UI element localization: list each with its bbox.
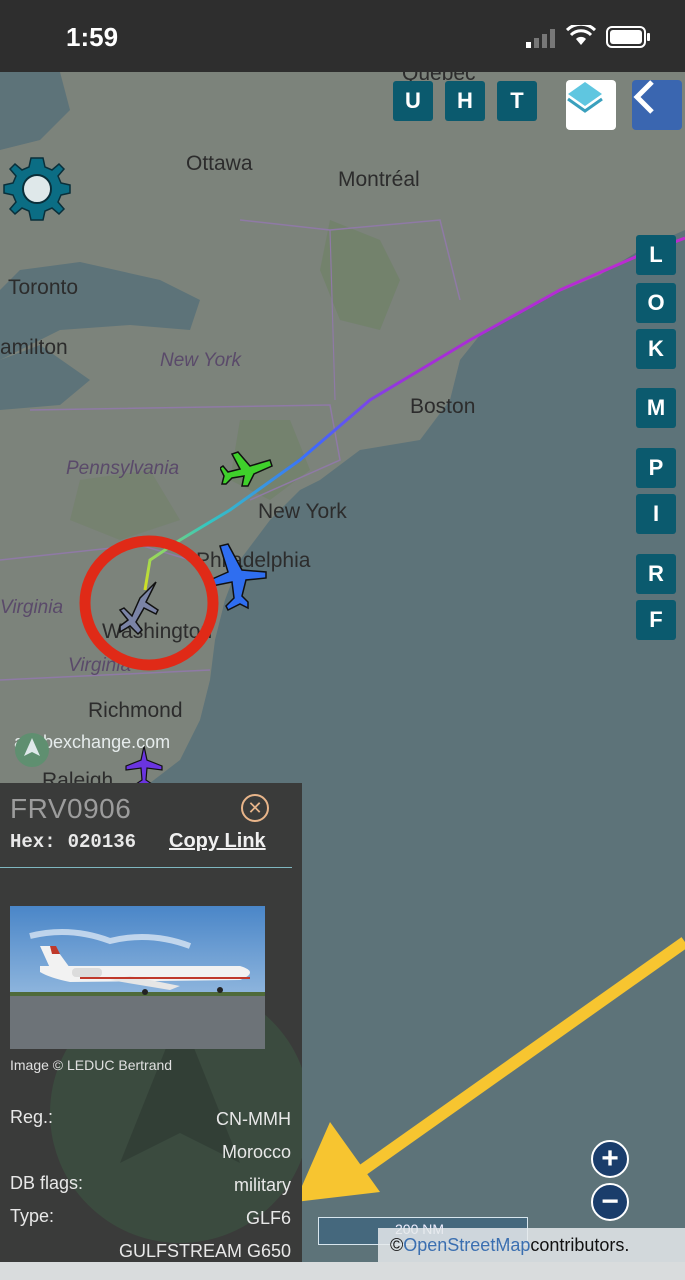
button-k[interactable]: K — [636, 329, 676, 369]
adsbexchange-logo-icon — [15, 733, 49, 767]
country-value: Morocco — [221, 1142, 291, 1162]
hex-label: Hex: — [10, 831, 56, 853]
reg-value: CN-MMH — [216, 1109, 291, 1129]
type-label: Type: — [10, 1206, 55, 1226]
collapse-button[interactable] — [632, 80, 682, 130]
highlight-circle — [79, 535, 219, 671]
city-label-boston: Boston — [410, 395, 476, 418]
button-f[interactable]: F — [636, 600, 676, 640]
city-label-new-york: New York — [258, 500, 347, 523]
callsign: FRV0906 — [10, 793, 132, 824]
button-l[interactable]: L — [636, 235, 676, 275]
layers-icon — [567, 82, 603, 113]
button-i[interactable]: I — [636, 494, 676, 534]
status-time: 1:59 — [66, 22, 119, 52]
db-flags-value: military — [234, 1175, 291, 1195]
button-h[interactable]: H — [445, 81, 485, 121]
city-label-montreal: Montréal — [338, 168, 420, 191]
region-label-pennsylvania: Pennsylvania — [66, 458, 180, 479]
zoom-out-button[interactable]: − — [591, 1183, 629, 1221]
adsbexchange-watermark: adsbexchange.com — [14, 732, 170, 767]
photo-credit: Image © LEDUC Bertrand — [10, 1057, 173, 1073]
wifi-icon — [566, 25, 596, 45]
bottom-bar — [0, 1262, 685, 1280]
status-bar: 1:59 — [0, 0, 685, 72]
type-value: GLF6 — [245, 1208, 291, 1228]
openstreetmap-link[interactable]: OpenStreetMap — [403, 1235, 530, 1256]
aircraft-photo[interactable] — [10, 906, 265, 1049]
type-name: GULFSTREAM G650 — [118, 1241, 291, 1261]
battery-icon — [606, 26, 650, 48]
region-label-new-york: New York — [160, 350, 241, 371]
button-m[interactable]: M — [636, 388, 676, 428]
city-label-hamilton: amilton — [0, 336, 68, 359]
chevron-left-icon — [633, 80, 654, 114]
panel-divider — [0, 867, 292, 868]
city-label-richmond: Richmond — [88, 699, 183, 722]
hex-row: Hex: 020136 — [10, 831, 136, 853]
button-t[interactable]: T — [497, 81, 537, 121]
copy-link[interactable]: Copy Link — [169, 830, 266, 853]
city-label-ottawa: Ottawa — [186, 152, 253, 175]
db-flags-label: DB flags: — [10, 1173, 84, 1193]
signal-icon — [526, 29, 555, 48]
zoom-in-button[interactable]: + — [591, 1140, 629, 1178]
close-icon: ✕ — [247, 797, 263, 818]
reg-label: Reg.: — [10, 1107, 54, 1127]
settings-gear-icon[interactable] — [0, 152, 74, 226]
region-label-virginia: Virginia — [0, 597, 64, 618]
attribution-prefix: © — [390, 1234, 404, 1255]
aircraft-info-panel: FRV0906 ✕ Hex: 020136 Copy Link Image © L… — [0, 783, 302, 1280]
aircraft-marker-green[interactable] — [220, 448, 274, 488]
city-label-toronto: Toronto — [8, 276, 79, 299]
button-r[interactable]: R — [636, 554, 676, 594]
attribution-suffix: contributors. — [530, 1234, 630, 1255]
map-attribution: © OpenStreetMap contributors. — [378, 1228, 685, 1262]
button-p[interactable]: P — [636, 448, 676, 488]
close-panel-button[interactable]: ✕ — [241, 794, 269, 822]
hex-value: 020136 — [67, 831, 137, 853]
button-u[interactable]: U — [393, 81, 433, 121]
layers-button[interactable] — [566, 80, 616, 130]
button-o[interactable]: O — [636, 283, 676, 323]
